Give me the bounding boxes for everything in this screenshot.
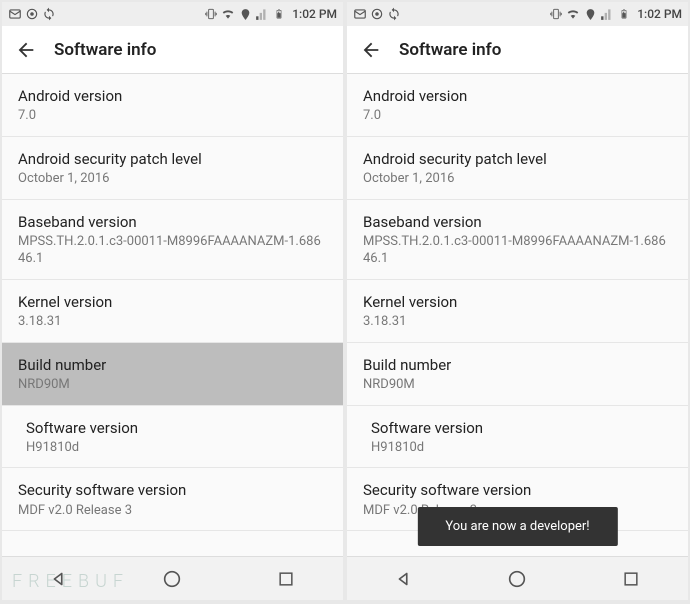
list-item-title: Software version (371, 418, 672, 438)
status-bar: 1:02 PM (347, 2, 688, 26)
list-item-title: Baseband version (18, 212, 327, 232)
list-item-title: Security software version (18, 480, 327, 500)
sync-icon (387, 7, 401, 21)
list-item-title: Android security patch level (18, 149, 327, 169)
list-item-value: 3.18.31 (18, 313, 327, 331)
nav-back-button[interactable] (46, 566, 72, 592)
list-item-title: Software version (26, 418, 327, 438)
phone-screen-right: 1:02 PM Software info Android version 7.… (347, 2, 688, 600)
signal-icon (255, 7, 269, 21)
battery-icon (617, 7, 631, 21)
list-item[interactable]: Build number NRD90M (2, 343, 343, 406)
navigation-bar (2, 556, 343, 600)
list-item-value: MDF v2.0 Release 3 (18, 502, 327, 520)
list-item-value: H91810d (371, 439, 672, 457)
list-item[interactable]: Android version 7.0 (2, 74, 343, 137)
status-bar: 1:02 PM (2, 2, 343, 26)
list-item[interactable]: Kernel version 3.18.31 (2, 280, 343, 343)
camera-icon (25, 7, 39, 21)
toast-message: You are now a developer! (417, 507, 617, 546)
app-bar: Software info (2, 26, 343, 74)
list-item-value: H91810d (26, 439, 327, 457)
mail-icon (8, 7, 22, 21)
list-item[interactable]: Android version 7.0 (347, 74, 688, 137)
list-item[interactable]: Software version H91810d (347, 406, 688, 469)
list-item-title: Build number (363, 355, 672, 375)
list-item-value: October 1, 2016 (18, 170, 327, 188)
page-title: Software info (399, 40, 501, 60)
list-item-value: 7.0 (18, 107, 327, 125)
list-item[interactable]: Baseband version MPSS.TH.2.0.1.c3-00011-… (2, 200, 343, 280)
list-item[interactable]: Android security patch level October 1, … (2, 137, 343, 200)
list-item-title: Build number (18, 355, 327, 375)
status-time: 1:02 PM (292, 7, 337, 21)
back-button[interactable] (359, 38, 383, 62)
status-time: 1:02 PM (637, 7, 682, 21)
nav-back-button[interactable] (391, 566, 417, 592)
list-item-value: MPSS.TH.2.0.1.c3-00011-M8996FAAAANAZM-1.… (363, 233, 672, 268)
list-item-value: October 1, 2016 (363, 170, 672, 188)
signal-icon (600, 7, 614, 21)
list-item[interactable]: Android security patch level October 1, … (347, 137, 688, 200)
list-item-title: Android version (363, 86, 672, 106)
back-button[interactable] (14, 38, 38, 62)
page-title: Software info (54, 40, 156, 60)
nav-recent-button[interactable] (618, 566, 644, 592)
location-icon (583, 7, 597, 21)
nav-recent-button[interactable] (273, 566, 299, 592)
phone-screen-left: 1:02 PM Software info Android version 7.… (2, 2, 343, 600)
vibrate-icon (549, 7, 563, 21)
settings-list: Android version 7.0 Android security pat… (2, 74, 343, 556)
battery-icon (272, 7, 286, 21)
nav-home-button[interactable] (159, 566, 185, 592)
list-item-title: Kernel version (18, 292, 327, 312)
wifi-icon (566, 7, 580, 21)
vibrate-icon (204, 7, 218, 21)
list-item[interactable]: Baseband version MPSS.TH.2.0.1.c3-00011-… (347, 200, 688, 280)
list-item-value: 3.18.31 (363, 313, 672, 331)
list-item-value: MPSS.TH.2.0.1.c3-00011-M8996FAAAANAZM-1.… (18, 233, 327, 268)
list-item[interactable]: Security software version MDF v2.0 Relea… (2, 468, 343, 531)
mail-icon (353, 7, 367, 21)
settings-list: Android version 7.0 Android security pat… (347, 74, 688, 556)
wifi-icon (221, 7, 235, 21)
list-item-title: Android version (18, 86, 327, 106)
app-bar: Software info (347, 26, 688, 74)
list-item-title: Android security patch level (363, 149, 672, 169)
list-item-value: NRD90M (363, 376, 672, 394)
list-item[interactable]: Build number NRD90M (347, 343, 688, 406)
list-item[interactable]: Kernel version 3.18.31 (347, 280, 688, 343)
location-icon (238, 7, 252, 21)
sync-icon (42, 7, 56, 21)
navigation-bar (347, 556, 688, 600)
list-item-value: 7.0 (363, 107, 672, 125)
list-item-value: NRD90M (18, 376, 327, 394)
camera-icon (370, 7, 384, 21)
list-item[interactable]: Software version H91810d (2, 406, 343, 469)
nav-home-button[interactable] (504, 566, 530, 592)
list-item-title: Security software version (363, 480, 672, 500)
list-item-title: Kernel version (363, 292, 672, 312)
list-item-title: Baseband version (363, 212, 672, 232)
